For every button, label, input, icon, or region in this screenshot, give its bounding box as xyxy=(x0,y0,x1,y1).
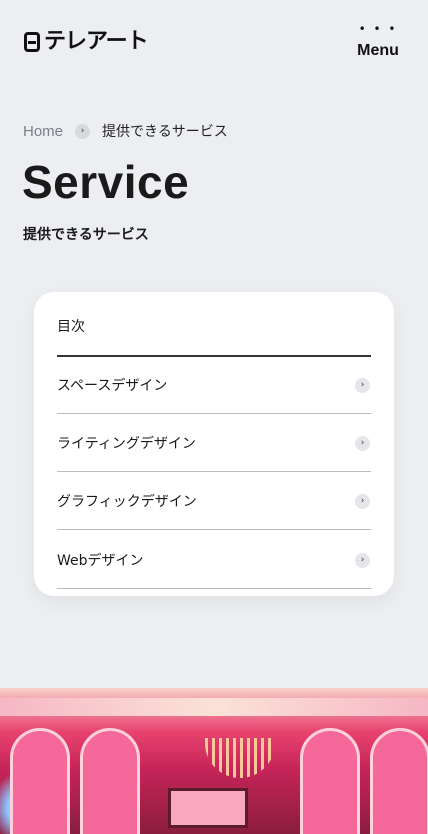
site-header: テレアート • • • Menu xyxy=(0,0,428,90)
table-of-contents: 目次 スペースデザイン › ライティングデザイン › グラフィックデザイン › … xyxy=(34,292,394,596)
toc-item-graphic-design[interactable]: グラフィックデザイン › xyxy=(57,473,371,530)
menu-dots-icon: • • • xyxy=(358,22,398,36)
logo-mark-icon xyxy=(24,32,40,52)
menu-label: Menu xyxy=(357,42,399,59)
toc-item-label: Webデザイン xyxy=(57,553,144,569)
breadcrumb-current: 提供できるサービス xyxy=(102,124,228,140)
hero-image xyxy=(0,688,428,834)
menu-button[interactable]: • • • Menu xyxy=(356,22,400,60)
toc-item-web-design[interactable]: Webデザイン › xyxy=(57,532,371,589)
hero-arch xyxy=(10,728,70,834)
logo-text: テレアート xyxy=(44,29,149,54)
chevron-right-icon: › xyxy=(355,493,370,509)
hero-arch xyxy=(300,728,360,834)
hero-arch xyxy=(80,728,140,834)
page-title: Service xyxy=(22,156,190,208)
toc-item-label: ライティングデザイン xyxy=(57,436,196,452)
chevron-right-icon: › xyxy=(355,552,370,568)
chevron-right-icon: › xyxy=(355,377,370,393)
site-logo[interactable]: テレアート xyxy=(24,29,149,55)
toc-heading: 目次 xyxy=(57,319,85,335)
chevron-right-icon: › xyxy=(355,435,370,451)
hero-chandelier xyxy=(205,738,275,778)
hero-arch xyxy=(370,728,428,834)
toc-item-label: スペースデザイン xyxy=(57,378,168,394)
breadcrumb: Home › 提供できるサービス xyxy=(23,121,228,141)
toc-item-space-design[interactable]: スペースデザイン › xyxy=(57,357,371,414)
page-subtitle: 提供できるサービス xyxy=(23,227,149,243)
breadcrumb-chevron-icon: › xyxy=(75,123,91,139)
toc-item-label: グラフィックデザイン xyxy=(57,494,197,510)
toc-item-lighting-design[interactable]: ライティングデザイン › xyxy=(57,415,371,472)
breadcrumb-home-link[interactable]: Home xyxy=(23,123,63,140)
hero-ceiling-band xyxy=(0,698,428,716)
hero-sign xyxy=(168,788,248,828)
